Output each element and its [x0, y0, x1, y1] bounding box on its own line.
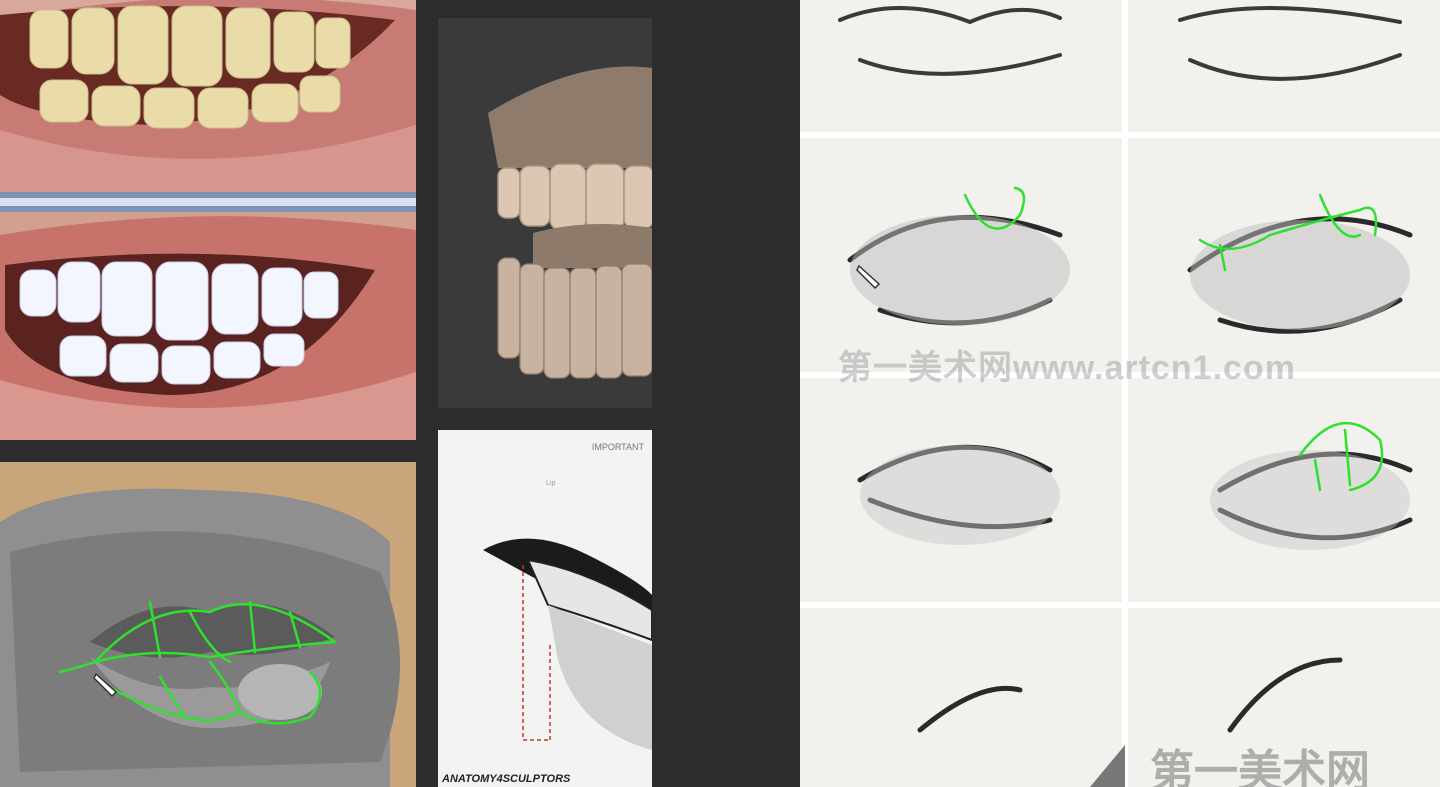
pencil-cursor-icon-sketch — [856, 264, 881, 290]
green-sketch-overlay — [58, 600, 337, 725]
teeth-comparison-photo — [0, 0, 416, 440]
teeth-3d-model — [438, 18, 652, 408]
watermark-text: 第一美术网www.artcn1.com — [838, 349, 1296, 387]
lip-sketch-sheet: 第一美术网www.artcn1.com 第一美术网 — [800, 0, 1440, 787]
lip-anatomy-diagram: IMPORTANT Lip ANATOMY4SCULPTORS — [438, 430, 652, 787]
watermark-text-bottom: 第一美术网 — [1150, 747, 1370, 787]
clay-lip-sculpture — [0, 462, 416, 787]
pencil-cursor-icon — [93, 672, 118, 698]
anatomy-logo: ANATOMY4SCULPTORS — [442, 773, 571, 785]
